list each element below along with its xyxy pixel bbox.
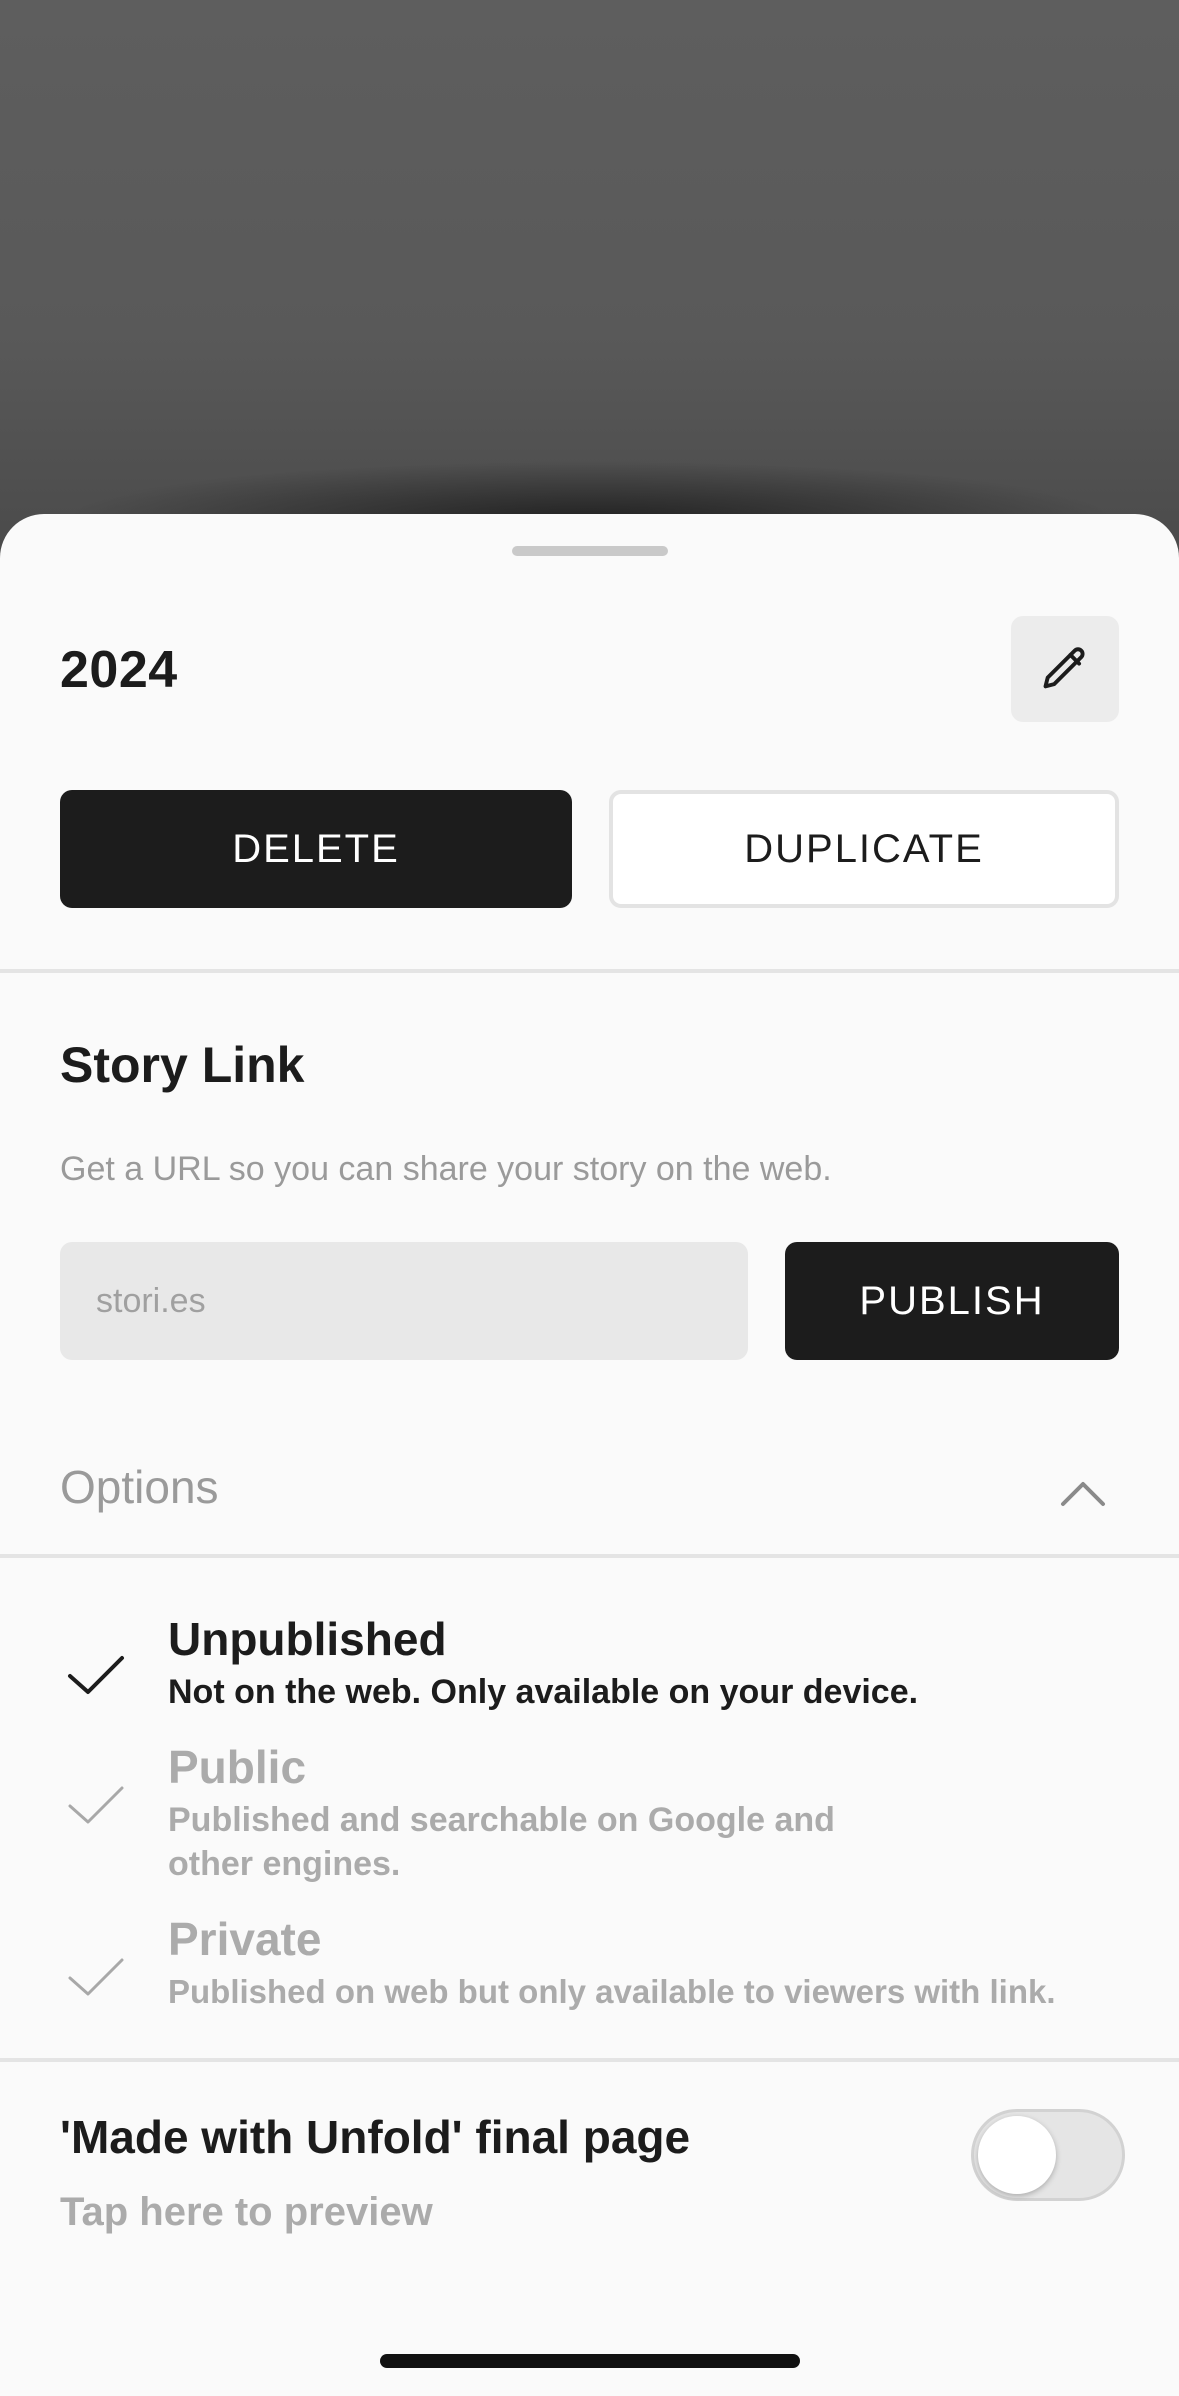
option-title: Private	[168, 1913, 322, 1965]
checkmark-icon	[68, 1656, 124, 1694]
option-description: Not on the web. Only available on your d…	[168, 1673, 919, 1711]
chevron-up-icon	[1061, 1482, 1105, 1506]
option-title: Unpublished	[168, 1613, 447, 1665]
story-title: 2024	[60, 641, 178, 699]
checkmark-icon	[68, 1786, 124, 1824]
options-header[interactable]: Options	[0, 1414, 1179, 1564]
final-page-divider	[0, 2058, 1179, 2062]
toggle-knob	[978, 2116, 1056, 2194]
dimmed-backdrop[interactable]	[0, 0, 1179, 560]
final-page-title[interactable]: 'Made with Unfold' final page	[60, 2110, 690, 2164]
option-title: Public	[168, 1741, 307, 1793]
story-link-title: Story Link	[60, 1037, 305, 1093]
edit-title-button[interactable]	[1011, 616, 1119, 722]
publish-button[interactable]: PUBLISH	[785, 1242, 1119, 1360]
delete-button[interactable]: DELETE	[60, 790, 572, 908]
pencil-icon	[1043, 647, 1085, 689]
section-divider	[0, 969, 1179, 973]
story-url-input[interactable]	[60, 1242, 748, 1360]
bottom-sheet: 2024 DELETE DUPLICATE Story Link Get a U…	[0, 514, 1179, 2396]
options-label: Options	[60, 1461, 219, 1513]
option-description: Published and searchable on Google and o…	[168, 1801, 835, 1883]
sheet-grabber[interactable]	[512, 546, 668, 556]
story-link-description: Get a URL so you can share your story on…	[60, 1150, 832, 1188]
option-description: Published on web but only available to v…	[168, 1973, 1056, 2010]
option-public[interactable]: Public Published and searchable on Googl…	[0, 1740, 1179, 1890]
options-divider	[0, 1554, 1179, 1558]
final-page-preview-link[interactable]: Tap here to preview	[60, 2190, 433, 2235]
checkmark-icon	[68, 1958, 124, 1996]
final-page-toggle[interactable]	[971, 2109, 1125, 2201]
option-private[interactable]: Private Published on web but only availa…	[0, 1912, 1179, 2022]
home-indicator[interactable]	[380, 2354, 800, 2368]
duplicate-button[interactable]: DUPLICATE	[609, 790, 1119, 908]
option-unpublished[interactable]: Unpublished Not on the web. Only availab…	[0, 1612, 1179, 1722]
